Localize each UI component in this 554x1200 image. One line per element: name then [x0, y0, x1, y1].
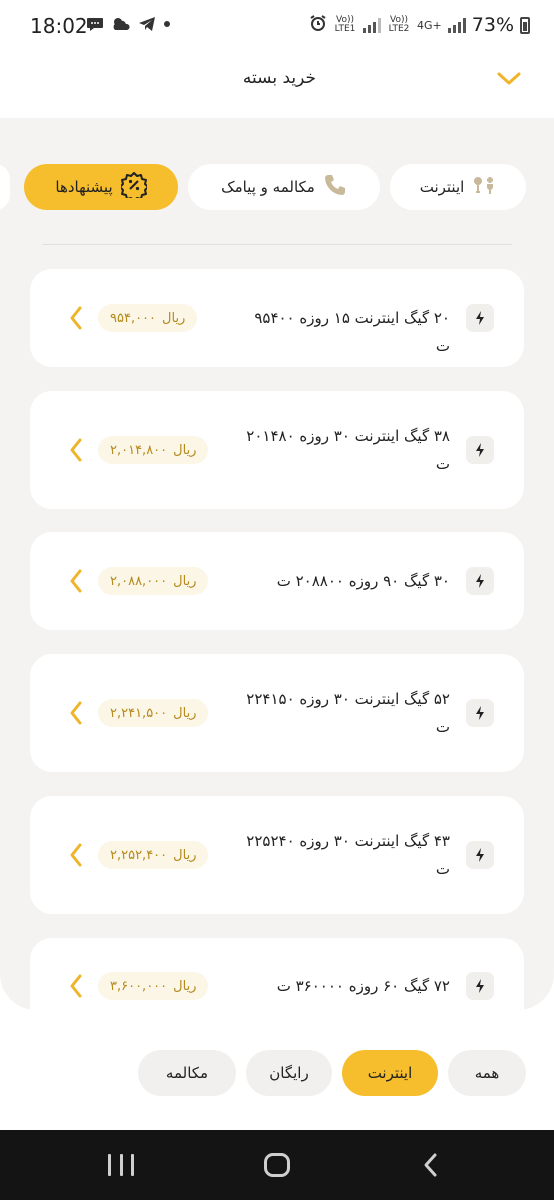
- sim1-signal-icon: [363, 17, 382, 33]
- package-title: ۴۳ گیگ اینترنت ۳۰ روزه ۲۲۵۲۴۰ ت: [246, 832, 450, 878]
- chevron-down-icon[interactable]: [494, 64, 524, 94]
- home-icon[interactable]: [264, 1153, 290, 1177]
- battery-icon: [520, 16, 530, 34]
- sim2-signal-icon: [447, 17, 466, 33]
- status-right: Vo)) LTE1 Vo)) LTE2 4G+ 73%: [309, 14, 530, 36]
- telegram-icon: [138, 16, 156, 36]
- currency-label: ریال: [173, 705, 197, 721]
- currency-label: ریال: [173, 573, 197, 589]
- chevron-left-icon: [70, 974, 82, 998]
- price-badge: ریال ۹۵۴,۰۰۰: [98, 304, 198, 332]
- filter-bar: همه اینترنت رایگان مکالمه: [0, 1050, 554, 1096]
- package-card[interactable]: ۳۸ گیگ اینترنت ۳۰ روزه ۲۰۱۴۸۰ ت ریال ۲,۰…: [30, 391, 524, 509]
- category-chip-label: پیشنهادها: [55, 178, 113, 196]
- chat-icon: [86, 16, 104, 36]
- status-time: 18:02: [30, 14, 88, 38]
- filter-internet[interactable]: اینترنت: [342, 1050, 438, 1096]
- price-value: ۲,۲۴۱,۵۰۰: [110, 705, 168, 721]
- chevron-left-icon: [70, 843, 82, 867]
- content-area: اینترنت مکالمه و پیامک پیشنهادها ۲۰ گیگ …: [0, 118, 554, 1010]
- package-title: ۷۲ گیگ ۶۰ روزه ۳۶۰۰۰۰ ت: [276, 977, 450, 995]
- discount-badge-icon: [118, 172, 149, 202]
- category-chip-label: مکالمه و پیامک: [221, 178, 315, 196]
- package-title: ۳۸ گیگ اینترنت ۳۰ روزه ۲۰۱۴۸۰ ت: [246, 427, 450, 473]
- currency-label: ریال: [173, 978, 197, 994]
- sim2-label: Vo)) LTE2: [388, 15, 410, 34]
- lightning-icon: [466, 699, 494, 727]
- sim1-label: Vo)) LTE1: [334, 15, 356, 34]
- category-chip-internet[interactable]: اینترنت: [390, 164, 526, 210]
- filter-free[interactable]: رایگان: [246, 1050, 332, 1096]
- chevron-left-icon: [70, 306, 82, 330]
- package-card[interactable]: ۵۲ گیگ اینترنت ۳۰ روزه ۲۲۴۱۵۰ ت ریال ۲,۲…: [30, 654, 524, 772]
- filter-label: همه: [474, 1064, 500, 1082]
- weather-icon: [111, 16, 131, 36]
- lightning-icon: [466, 972, 494, 1000]
- status-bar: 18:02 Vo)) LTE1 Vo)) LTE2 4G+ 73%: [0, 0, 554, 56]
- filter-label: اینترنت: [367, 1064, 413, 1082]
- back-icon[interactable]: [420, 1152, 442, 1178]
- filter-call[interactable]: مکالمه: [138, 1050, 236, 1096]
- package-title: ۲۰ گیگ اینترنت ۱۵ روزه ۹۵۴۰۰ ت: [254, 309, 450, 355]
- battery-percent: 73%: [471, 14, 514, 36]
- phone-icon: [323, 173, 347, 201]
- filter-label: رایگان: [269, 1064, 309, 1082]
- price-badge: ریال ۲,۰۱۴,۸۰۰: [98, 436, 209, 464]
- category-chip-offers[interactable]: پیشنهادها: [24, 164, 178, 210]
- price-value: ۳,۶۰۰,۰۰۰: [110, 978, 168, 994]
- currency-label: ریال: [173, 442, 197, 458]
- chevron-left-icon: [70, 438, 82, 462]
- package-card[interactable]: ۳۰ گیگ ۹۰ روزه ۲۰۸۸۰۰ ت ریال ۲,۰۸۸,۰۰۰: [30, 532, 524, 630]
- currency-label: ریال: [173, 847, 197, 863]
- chevron-left-icon: [70, 569, 82, 593]
- package-card[interactable]: ۷۲ گیگ ۶۰ روزه ۳۶۰۰۰۰ ت ریال ۳,۶۰۰,۰۰۰: [30, 938, 524, 1010]
- alarm-icon: [309, 14, 327, 36]
- dot-icon: [163, 16, 171, 36]
- category-chip-label: اینترنت: [419, 178, 465, 196]
- category-chips: اینترنت مکالمه و پیامک پیشنهادها: [0, 164, 554, 210]
- package-title: ۳۰ گیگ ۹۰ روزه ۲۰۸۸۰۰ ت: [276, 572, 450, 590]
- recent-apps-icon[interactable]: [108, 1154, 134, 1176]
- category-chip-partial[interactable]: [0, 164, 10, 210]
- lightning-icon: [466, 436, 494, 464]
- notification-icons: [86, 16, 171, 36]
- price-value: ۲,۰۱۴,۸۰۰: [110, 442, 168, 458]
- price-badge: ریال ۲,۰۸۸,۰۰۰: [98, 567, 209, 595]
- network-type: 4G+: [417, 18, 442, 32]
- price-badge: ریال ۲,۲۴۱,۵۰۰: [98, 699, 209, 727]
- page-title: خرید بسته: [242, 68, 316, 88]
- price-badge: ریال ۳,۶۰۰,۰۰۰: [98, 972, 209, 1000]
- package-title: ۵۲ گیگ اینترنت ۳۰ روزه ۲۲۴۱۵۰ ت: [246, 690, 450, 736]
- price-value: ۲,۲۵۲,۴۰۰: [110, 847, 168, 863]
- category-chip-call-sms[interactable]: مکالمه و پیامک: [188, 164, 380, 210]
- price-value: ۹۵۴,۰۰۰: [110, 310, 157, 326]
- lightning-icon: [466, 841, 494, 869]
- price-value: ۲,۰۸۸,۰۰۰: [110, 573, 168, 589]
- package-card[interactable]: ۲۰ گیگ اینترنت ۱۵ روزه ۹۵۴۰۰ ت ریال ۹۵۴,…: [30, 269, 524, 367]
- chevron-left-icon: [70, 701, 82, 725]
- system-nav-bar: [0, 1130, 554, 1200]
- header: خرید بسته: [0, 56, 554, 118]
- lightning-icon: [466, 304, 494, 332]
- internet-icon: [472, 174, 496, 200]
- lightning-icon: [466, 567, 494, 595]
- package-card[interactable]: ۴۳ گیگ اینترنت ۳۰ روزه ۲۲۵۲۴۰ ت ریال ۲,۲…: [30, 796, 524, 914]
- filter-label: مکالمه: [165, 1064, 209, 1082]
- price-badge: ریال ۲,۲۵۲,۴۰۰: [98, 841, 209, 869]
- currency-label: ریال: [162, 310, 186, 326]
- filter-all[interactable]: همه: [448, 1050, 526, 1096]
- divider: [42, 244, 512, 245]
